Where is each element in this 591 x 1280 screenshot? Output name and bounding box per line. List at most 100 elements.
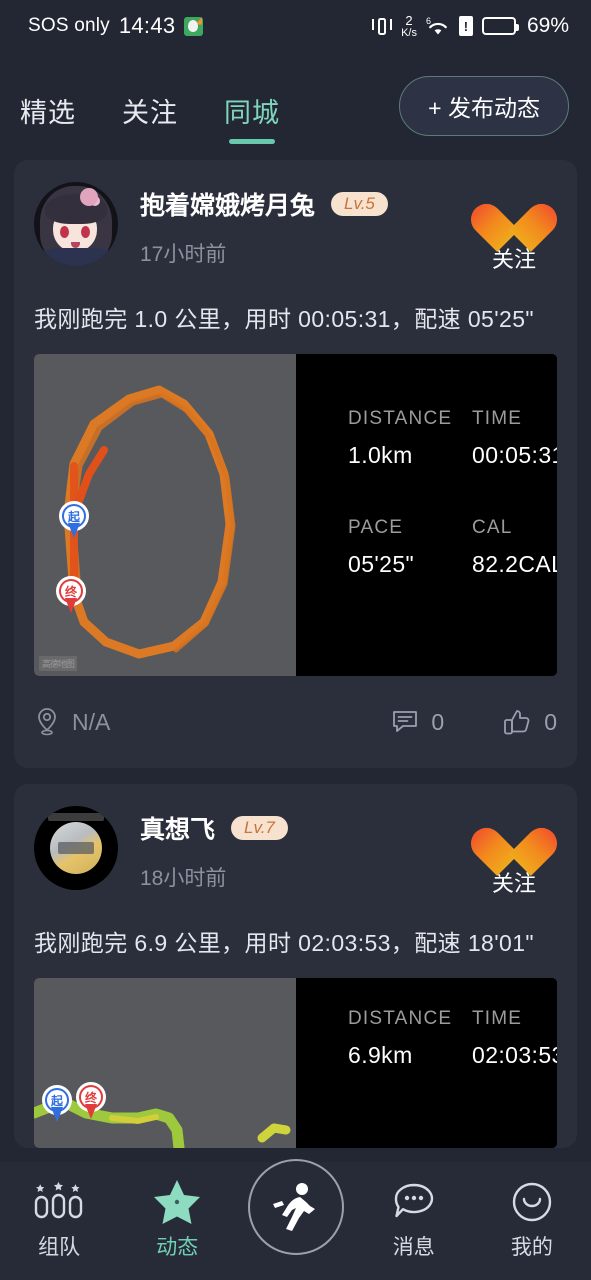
stat-cal: CAL 82.2CAL [472, 517, 557, 578]
status-bar-left: SOS only 14:43 [28, 13, 204, 39]
like-action[interactable]: 0 [502, 708, 557, 736]
stat-time-value: 00:05:31 [472, 442, 557, 468]
network-speed-indicator: 2 K/s [401, 14, 417, 39]
post-timestamp: 18小时前 [140, 867, 227, 890]
map-watermark: 高德地图 [39, 656, 78, 671]
battery-percent-label: 69% [526, 14, 569, 37]
post-author-info: 抱着嫦娥烤月兔 Lv.5 17小时前 [118, 182, 471, 268]
status-bar-right: 2 K/s 6 ! 69% [372, 14, 569, 39]
post-header: 真想飞 Lv.7 18小时前 关注 [34, 806, 564, 898]
nav-item-messages[interactable]: 消息 [355, 1177, 473, 1261]
post-timestamp: 17小时前 [140, 243, 227, 266]
username[interactable]: 真想飞 [140, 810, 215, 846]
feed-list[interactable]: 抱着嫦娥烤月兔 Lv.5 17小时前 关注 我刚跑完 1.0 公里，用时 00:… [0, 160, 591, 1162]
post-card[interactable]: 真想飞 Lv.7 18小时前 关注 我刚跑完 6.9 公里，用时 02:03:5… [14, 784, 577, 1148]
avatar[interactable] [34, 182, 118, 266]
run-stats-row: DISTANCE 6.9km TIME 02:03:53 [348, 1008, 557, 1069]
location-pin-icon [38, 708, 56, 736]
running-person-icon [247, 1159, 344, 1255]
route-map[interactable]: 起 终 高德地图 [34, 354, 296, 676]
clock-label: 14:43 [118, 13, 176, 38]
status-bar: SOS only 14:43 2 K/s 6 ! 69% [0, 0, 591, 52]
stat-pace-label: PACE [348, 517, 404, 538]
carrier-label: SOS only [28, 15, 110, 36]
stat-distance: DISTANCE 6.9km [348, 1008, 472, 1069]
stat-cal-value: 82.2CAL [472, 551, 557, 577]
stat-distance-value: 6.9km [348, 1042, 413, 1068]
smiley-face-icon [509, 1177, 555, 1227]
heart-icon [464, 184, 564, 252]
nav-item-feed-label: 动态 [156, 1236, 199, 1259]
heart-icon [464, 808, 564, 876]
post-card[interactable]: 抱着嫦娥烤月兔 Lv.5 17小时前 关注 我刚跑完 1.0 公里，用时 00:… [14, 160, 577, 768]
avatar[interactable] [34, 806, 118, 890]
route-end-marker: 终 [76, 1082, 106, 1120]
stat-time-label: TIME [472, 408, 523, 429]
follow-button[interactable]: 关注 [464, 806, 564, 898]
comment-action[interactable]: 0 [391, 709, 444, 736]
tab-same-city-label: 同城 [224, 98, 280, 128]
route-start-marker: 起 [59, 501, 89, 539]
run-summary-panel[interactable]: 起 终 高德地图 DISTANCE 1.0km TIME 00:05:31 PA… [34, 354, 557, 676]
stat-time-value: 02:03:53 [472, 1042, 557, 1068]
nav-item-messages-label: 消息 [392, 1236, 435, 1259]
start-run-button[interactable] [236, 1159, 354, 1255]
username[interactable]: 抱着嫦娥烤月兔 [140, 186, 315, 222]
wechat-icon [184, 16, 204, 36]
stat-cal-label: CAL [472, 517, 513, 538]
nav-item-profile-label: 我的 [510, 1236, 553, 1259]
level-badge: Lv.7 [231, 816, 288, 840]
nav-item-team[interactable]: 组队 [0, 1177, 118, 1261]
nav-item-profile[interactable]: 我的 [473, 1177, 591, 1261]
route-map[interactable]: 起 终 [34, 978, 296, 1148]
stat-time: TIME 00:05:31 [472, 408, 557, 469]
chat-bubble-icon [390, 1177, 438, 1227]
author-name-row: 抱着嫦娥烤月兔 Lv.5 [140, 186, 471, 222]
post-footer: N/A 0 0 [34, 676, 557, 768]
follow-button[interactable]: 关注 [464, 182, 564, 274]
stat-distance-label: DISTANCE [348, 1008, 453, 1029]
stat-distance-label: DISTANCE [348, 408, 453, 429]
author-name-row: 真想飞 Lv.7 [140, 810, 471, 846]
post-author-info: 真想飞 Lv.7 18小时前 [118, 806, 471, 892]
post-header: 抱着嫦娥烤月兔 Lv.5 17小时前 关注 [34, 182, 564, 274]
tab-featured[interactable]: 精选 [20, 91, 76, 160]
route-end-marker: 终 [56, 576, 86, 614]
sim-alert-icon: ! [458, 16, 473, 36]
stat-distance-value: 1.0km [348, 442, 413, 468]
stat-time: TIME 02:03:53 [472, 1008, 557, 1069]
top-bar: 精选 关注 同城 + 发布动态 [0, 52, 591, 160]
post-location-label: N/A [72, 708, 111, 735]
stat-pace: PACE 05'25" [348, 517, 472, 578]
nav-item-feed[interactable]: 动态 [118, 1177, 236, 1261]
network-speed-value: 2 [405, 12, 413, 28]
level-badge: Lv.5 [331, 192, 388, 216]
stat-distance: DISTANCE 1.0km [348, 408, 472, 469]
post-text: 我刚跑完 6.9 公里，用时 02:03:53，配速 18'01" [34, 930, 534, 956]
run-stats-row: DISTANCE 1.0km TIME 00:05:31 [348, 408, 557, 469]
tab-same-city[interactable]: 同城 [224, 91, 280, 160]
network-speed-unit: K/s [401, 26, 417, 39]
tab-following[interactable]: 关注 [122, 91, 178, 160]
like-count: 0 [544, 708, 557, 735]
run-stats: DISTANCE 6.9km TIME 02:03:53 [296, 978, 557, 1148]
comment-icon [393, 711, 418, 732]
battery-icon [481, 17, 519, 35]
stat-time-label: TIME [472, 1008, 523, 1029]
post-text: 我刚跑完 1.0 公里，用时 00:05:31，配速 05'25" [34, 306, 534, 332]
tab-featured-label: 精选 [20, 98, 76, 128]
team-pins-icon [31, 1177, 87, 1227]
tab-following-label: 关注 [122, 98, 178, 128]
post-location[interactable]: N/A [34, 707, 333, 737]
vibrate-icon [372, 15, 393, 37]
thumbs-up-icon [504, 710, 530, 735]
run-stats: DISTANCE 1.0km TIME 00:05:31 PACE 05'25"… [296, 354, 557, 676]
create-post-button[interactable]: + 发布动态 [399, 76, 569, 136]
comment-count: 0 [431, 708, 445, 735]
bottom-navigation: 组队 动态 消息 我的 [0, 1159, 591, 1280]
run-summary-panel[interactable]: 起 终 DISTANCE 6.9km TIME 02:03:53 [34, 978, 557, 1148]
wifi-generation-label: 6 [425, 16, 431, 26]
feed-tabs: 精选 关注 同城 [20, 52, 399, 160]
star-icon [152, 1177, 202, 1227]
wifi-icon: 6 [426, 15, 450, 37]
